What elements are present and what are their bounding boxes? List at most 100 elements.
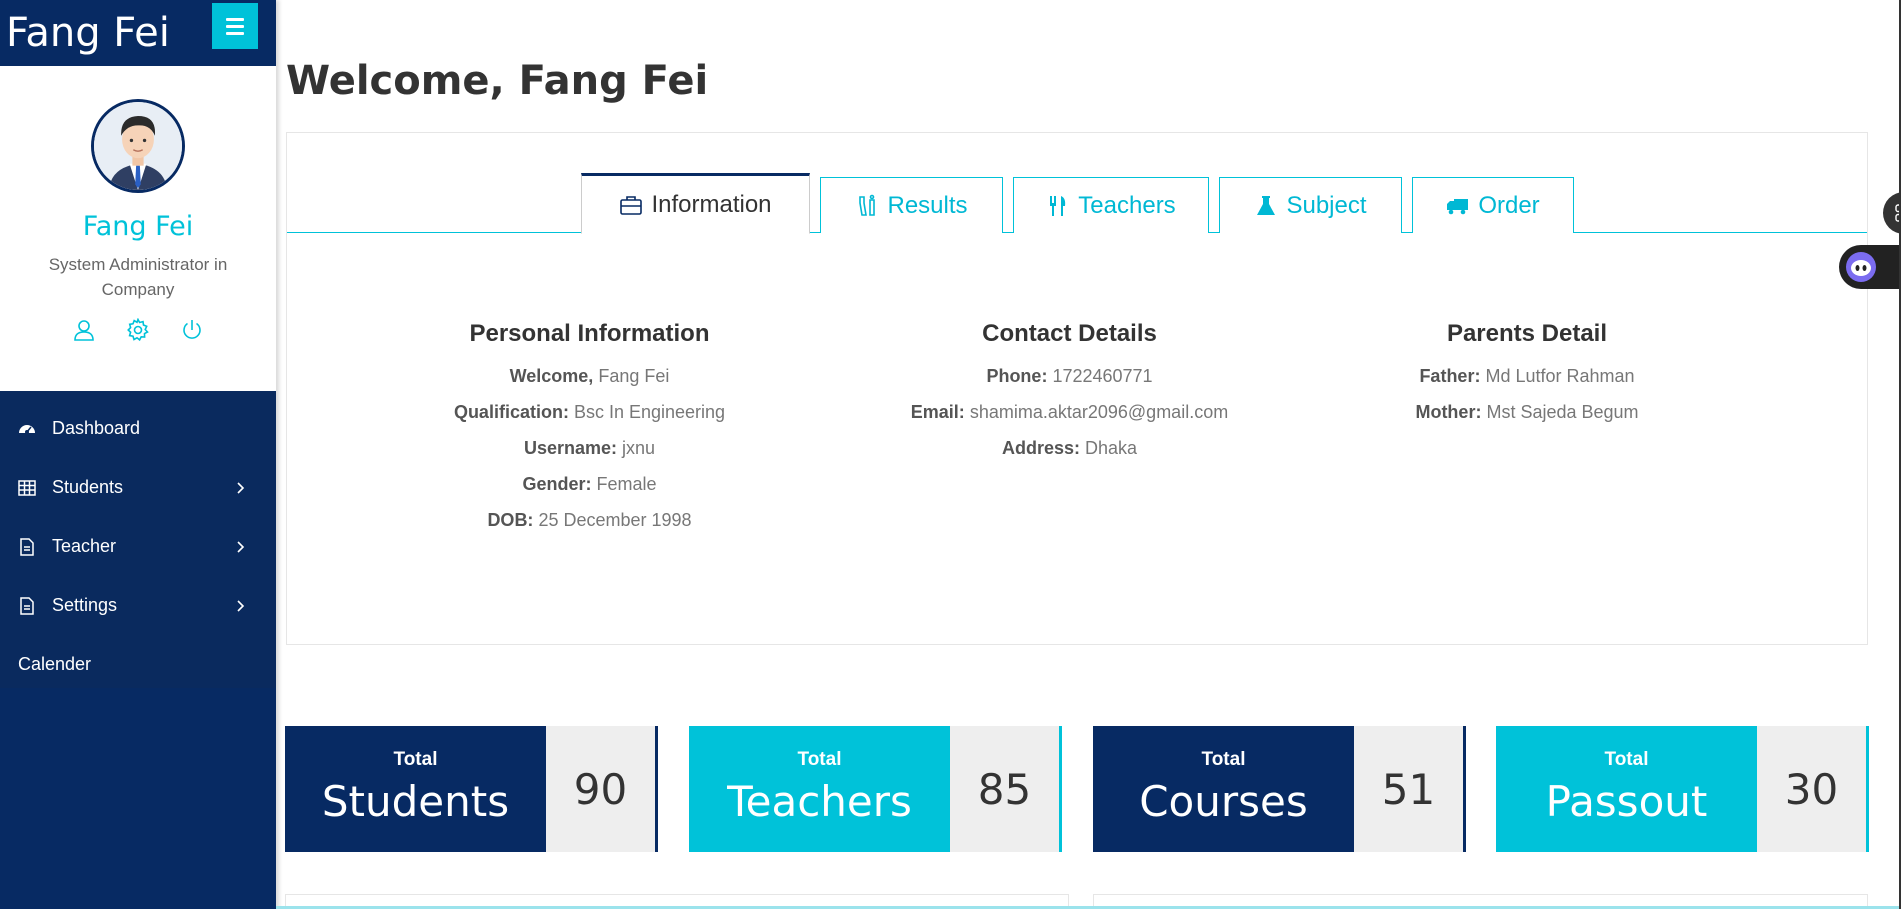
field-value: Female xyxy=(596,474,657,494)
stat-value: 85 xyxy=(950,726,1062,852)
stat-big-label: Students xyxy=(321,777,510,826)
sidebar: Fang Fei Fang Fei System Administrator i… xyxy=(0,0,276,909)
document-icon xyxy=(18,537,36,556)
section-heading: Personal Information xyxy=(469,320,710,347)
stat-value: 30 xyxy=(1757,726,1869,852)
stat-label: Total Passout xyxy=(1496,726,1757,852)
field-value: Dhaka xyxy=(1085,438,1138,458)
info-row-address: Address: Dhaka xyxy=(892,430,1247,466)
stat-big-label: Teachers xyxy=(727,777,912,826)
stat-small-label: Total xyxy=(393,749,438,770)
sidebar-item-settings[interactable]: Settings xyxy=(0,576,276,635)
tab-subject[interactable]: Subject xyxy=(1219,177,1402,233)
sidebar-item-students[interactable]: Students xyxy=(0,458,276,517)
info-row-welcome: Welcome, Fang Fei xyxy=(437,358,742,394)
stat-label: Total Teachers xyxy=(689,726,950,852)
stat-value: 90 xyxy=(546,726,658,852)
field-label: Father: xyxy=(1419,366,1481,386)
stat-label: Total Courses xyxy=(1093,726,1354,852)
field-label: Mother: xyxy=(1415,402,1482,422)
gear-icon[interactable] xyxy=(126,317,150,342)
results-icon xyxy=(859,194,876,216)
info-row-father: Father: Md Lutfor Rahman xyxy=(1387,358,1667,394)
field-label: Username: xyxy=(523,438,617,458)
personal-information-section: Personal Information Welcome, Fang Fei Q… xyxy=(437,320,742,538)
info-row-username: Username: jxnu xyxy=(437,430,742,466)
menu-toggle-button[interactable] xyxy=(212,3,258,49)
cutlery-icon xyxy=(1050,195,1066,216)
stat-value: 51 xyxy=(1354,726,1466,852)
sidebar-item-calender[interactable]: Calender xyxy=(0,635,276,694)
sidebar-item-label: Students xyxy=(52,477,124,497)
stat-big-label: Passout xyxy=(1545,777,1708,826)
info-row-dob: DOB: 25 December 1998 xyxy=(437,502,742,538)
profile-panel: Fang Fei System Administrator in Company xyxy=(0,66,276,391)
sidebar-item-teacher[interactable]: Teacher xyxy=(0,517,276,576)
contact-details-section: Contact Details Phone: 1722460771 Email:… xyxy=(892,320,1247,466)
document-icon xyxy=(18,596,36,615)
power-icon[interactable] xyxy=(180,318,204,342)
stat-small-label: Total xyxy=(797,749,842,770)
hamburger-icon-line xyxy=(226,31,244,35)
section-heading: Contact Details xyxy=(982,320,1157,347)
page-title: Welcome, Fang Fei xyxy=(286,58,709,104)
field-value: Bsc In Engineering xyxy=(573,402,726,422)
hamburger-icon-line xyxy=(226,17,244,21)
chevron-right-icon xyxy=(237,599,245,612)
field-value: 1722460771 xyxy=(1052,366,1153,386)
sidebar-item-label: Calender xyxy=(18,654,92,674)
user-icon[interactable] xyxy=(72,318,96,342)
dashboard-gauge-icon xyxy=(18,420,36,438)
floating-assistant-button[interactable] xyxy=(1839,245,1901,289)
field-label: Welcome, xyxy=(509,366,594,386)
profile-role: System Administrator in Company xyxy=(48,255,228,299)
main-content: Welcome, Fang Fei Information Results Te… xyxy=(276,0,1901,909)
chevron-right-icon xyxy=(237,540,245,553)
tab-label: Subject xyxy=(1286,191,1367,219)
field-value: Md Lutfor Rahman xyxy=(1485,366,1635,386)
brand-title: Fang Fei xyxy=(6,10,170,56)
stat-big-label: Courses xyxy=(1139,777,1308,826)
tab-information[interactable]: Information xyxy=(581,173,810,234)
field-value: Fang Fei xyxy=(598,366,670,386)
stat-small-label: Total xyxy=(1604,749,1649,770)
field-label: DOB: xyxy=(487,510,534,530)
flask-icon xyxy=(1257,195,1276,215)
sidebar-nav: Dashboard Students Teacher Settings Cale… xyxy=(0,391,276,688)
tab-label: Results xyxy=(887,191,968,219)
section-heading: Parents Detail xyxy=(1446,320,1608,347)
profile-card: Information Results Teachers Subject Ord… xyxy=(286,132,1868,645)
truck-icon xyxy=(1447,198,1469,214)
tab-order[interactable]: Order xyxy=(1412,177,1574,233)
field-label: Qualification: xyxy=(453,402,569,422)
info-row-gender: Gender: Female xyxy=(437,466,742,502)
tab-teachers[interactable]: Teachers xyxy=(1013,177,1209,233)
tab-bar: Information Results Teachers Subject Ord… xyxy=(287,173,1867,234)
stat-card-students: Total Students 90 xyxy=(285,726,658,852)
info-row-qualification: Qualification: Bsc In Engineering xyxy=(437,394,742,430)
tab-label: Order xyxy=(1478,191,1540,219)
assistant-bot-icon xyxy=(1846,252,1876,282)
chevron-right-icon xyxy=(237,481,245,494)
field-value: shamima.aktar2096@gmail.com xyxy=(969,402,1229,422)
tab-results[interactable]: Results xyxy=(820,177,1003,233)
stat-card-passout: Total Passout 30 xyxy=(1496,726,1869,852)
sidebar-item-label: Dashboard xyxy=(52,418,141,438)
avatar xyxy=(91,99,185,193)
table-icon xyxy=(18,479,36,497)
field-value: 25 December 1998 xyxy=(538,510,692,530)
info-row-email: Email: shamima.aktar2096@gmail.com xyxy=(892,394,1247,430)
stat-card-courses: Total Courses 51 xyxy=(1093,726,1466,852)
field-label: Phone: xyxy=(986,366,1048,386)
info-row-mother: Mother: Mst Sajeda Begum xyxy=(1387,394,1667,430)
tab-label: Information xyxy=(651,190,772,218)
parents-detail-section: Parents Detail Father: Md Lutfor Rahman … xyxy=(1387,320,1667,430)
app-root: Fang Fei Fang Fei System Administrator i… xyxy=(0,0,1901,909)
sidebar-item-dashboard[interactable]: Dashboard xyxy=(0,399,276,458)
sidebar-item-label: Settings xyxy=(52,595,118,615)
field-label: Email: xyxy=(910,402,965,422)
brand-bar: Fang Fei xyxy=(0,0,276,66)
tab-label: Teachers xyxy=(1078,191,1176,219)
sidebar-item-label: Teacher xyxy=(52,536,117,556)
field-label: Address: xyxy=(1001,438,1080,458)
